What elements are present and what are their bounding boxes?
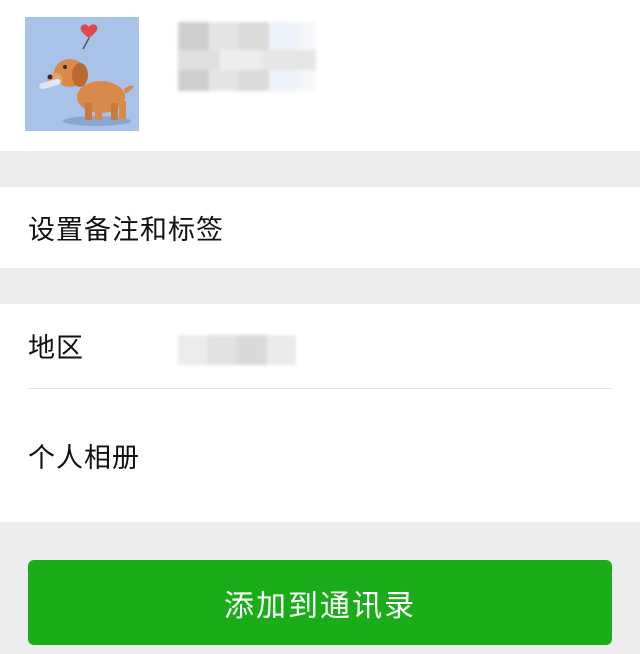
redacted-region-value [178, 335, 296, 365]
set-remark-label[interactable]: 设置备注和标签 [28, 214, 224, 248]
redacted-name [178, 22, 316, 91]
divider [28, 388, 612, 389]
info-section [0, 304, 640, 522]
profile-card [0, 0, 640, 151]
add-to-contacts-button[interactable]: 添加到通讯录 [28, 560, 612, 645]
dog-icon [25, 17, 139, 131]
avatar[interactable] [25, 17, 139, 131]
personal-album-label[interactable]: 个人相册 [28, 442, 140, 476]
region-label: 地区 [28, 333, 84, 364]
